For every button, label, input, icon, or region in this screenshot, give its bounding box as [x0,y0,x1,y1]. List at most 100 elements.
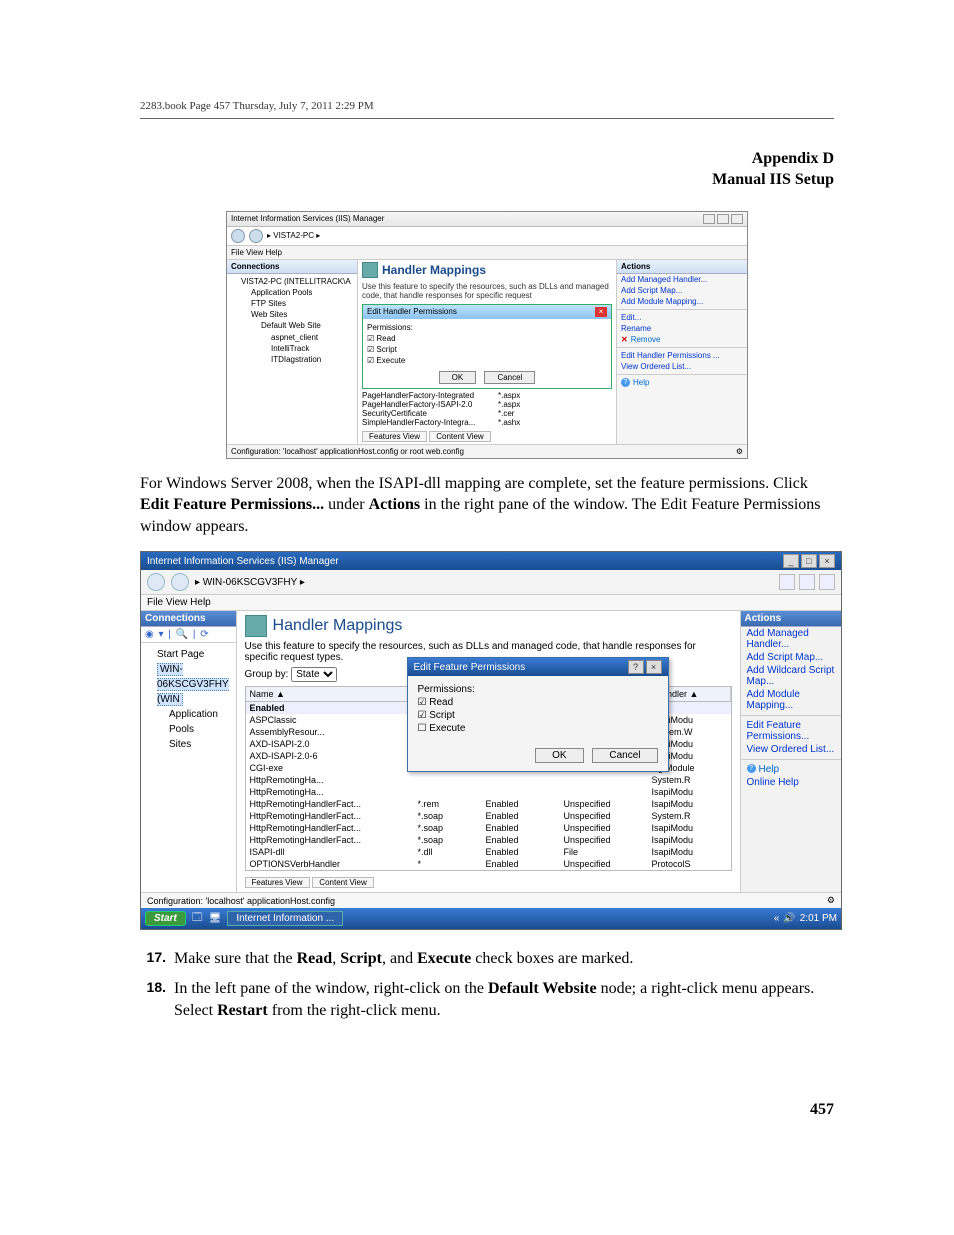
action-add-wildcard-script-map[interactable]: Add Wildcard Script Map... [741,664,841,688]
help-icon[interactable] [819,574,835,590]
read-checkbox[interactable]: ☑ Read [418,697,658,708]
minimize-icon[interactable]: _ [783,554,799,568]
quick-launch-icon[interactable]: 🗔 [192,910,203,927]
grid-row[interactable]: HttpRemotingHandlerFact...*.remEnabledUn… [246,798,731,810]
tree-aspnet-client[interactable]: aspnet_client [271,332,353,343]
cancel-button[interactable]: Cancel [592,748,657,763]
action-view-ordered-list[interactable]: View Ordered List... [617,361,747,372]
action-help[interactable]: ?Help [617,377,747,388]
body-paragraph: For Windows Server 2008, when the ISAPI-… [140,473,834,538]
menu-bar[interactable]: File View Help [227,246,747,260]
tree-ftp-sites[interactable]: FTP Sites [251,298,353,309]
connections-panel: Connections ◉ ▾ | 🔍 | ⟳ Start Page WIN-0… [141,611,237,892]
tree-start-page[interactable]: Start Page [157,647,232,662]
features-view-tab[interactable]: Features View [245,877,310,888]
menu-bar[interactable]: File View Help [141,595,841,611]
tree-server-selected[interactable]: WIN-06KSCGV3FHY (WIN [157,663,229,706]
forward-icon[interactable] [249,229,263,243]
quick-launch-icon[interactable]: 🖥 [209,913,222,924]
tray-icon[interactable]: « [774,913,780,924]
grid-row[interactable]: HttpRemotingHandlerFact...*.soapEnabledU… [246,834,731,846]
connections-panel: Connections VISTA2-PC (INTELLITRACK\A Ap… [227,260,358,444]
handler-row[interactable]: SecurityCertificate*.cer [362,409,612,418]
cancel-button[interactable]: Cancel [484,371,535,384]
content-view-tab[interactable]: Content View [312,877,373,888]
status-icon: ⚙ [736,447,743,456]
tray-icon[interactable]: 🔊 [783,913,795,924]
toolbar-icon[interactable] [779,574,795,590]
group-by-select[interactable]: State [291,667,337,682]
col-name[interactable]: Name ▲ [246,687,415,701]
action-add-script-map[interactable]: Add Script Map... [617,285,747,296]
ok-button[interactable]: OK [439,371,477,384]
grid-row[interactable]: HttpRemotingHandlerFact...*.soapEnabledU… [246,810,731,822]
maximize-icon[interactable] [717,214,729,224]
page-number: 457 [140,1101,834,1119]
back-icon[interactable] [147,573,165,591]
document-page: 2283.book Page 457 Thursday, July 7, 201… [0,0,954,1179]
minimize-icon[interactable] [703,214,715,224]
grid-row[interactable]: HttpRemotingHandlerFact...*.soapEnabledU… [246,822,731,834]
action-online-help[interactable]: Online Help [741,776,841,789]
taskbar-item[interactable]: Internet Information ... [227,911,343,926]
tree-intellitrack[interactable]: IntelliTrack [271,343,353,354]
action-view-ordered-list[interactable]: View Ordered List... [741,743,841,756]
action-help[interactable]: ?Help [741,763,841,776]
action-remove[interactable]: ✕Remove [617,334,747,345]
maximize-icon[interactable]: □ [801,554,817,568]
close-icon[interactable] [731,214,743,224]
script-checkbox[interactable]: ☑ Script [367,345,607,354]
action-add-managed-handler[interactable]: Add Managed Handler... [617,274,747,285]
iis-screenshot-large: Internet Information Services (IIS) Mana… [140,551,842,930]
actions-header: Actions [741,611,841,627]
features-view-tab[interactable]: Features View [362,431,427,442]
dialog-close-icon[interactable]: × [646,660,662,674]
tree-app-pools[interactable]: Application Pools [251,287,353,298]
action-edit-feature-permissions[interactable]: Edit Feature Permissions... [741,719,841,743]
handler-row[interactable]: PageHandlerFactory-Integrated*.aspx [362,391,612,400]
action-add-module-mapping[interactable]: Add Module Mapping... [617,296,747,307]
back-icon[interactable] [231,229,245,243]
tree-itd[interactable]: ITDIagstration [271,354,353,365]
view-tabs: Features View Content View [245,877,732,888]
grid-row[interactable]: OPTIONSVerbHandler*EnabledUnspecifiedPro… [246,858,731,870]
ok-button[interactable]: OK [535,748,583,763]
execute-checkbox[interactable]: ☐ Execute [418,723,658,734]
handler-row[interactable]: SimpleHandlerFactory-Integra...*.ashx [362,418,612,427]
step-18: 18. In the left pane of the window, righ… [140,978,834,1021]
content-view-tab[interactable]: Content View [429,431,490,442]
read-checkbox[interactable]: ☑ Read [367,334,607,343]
tree-web-sites[interactable]: Web Sites [251,309,353,320]
breadcrumb[interactable]: ▸ WIN-06KSCGV3FHY ▸ [195,577,305,588]
tree-app-pools[interactable]: Application Pools [169,707,232,737]
appendix-line2: Manual IIS Setup [140,170,834,191]
handler-row[interactable]: PageHandlerFactory-ISAPI-2.0*.aspx [362,400,612,409]
action-add-managed-handler[interactable]: Add Managed Handler... [741,627,841,651]
dialog-close-icon[interactable]: × [595,307,607,317]
handler-mappings-icon [245,615,267,637]
connections-tree[interactable]: Start Page WIN-06KSCGV3FHY (WIN Applicat… [141,643,236,756]
grid-row[interactable]: HttpRemotingHa...System.R [246,774,731,786]
start-button[interactable]: Start [145,911,186,926]
action-edit-handler-permissions[interactable]: Edit Handler Permissions ... [617,350,747,361]
close-icon[interactable]: × [819,554,835,568]
handler-mappings-desc: Use this feature to specify the resource… [362,282,612,300]
tree-default-site[interactable]: Default Web Site [261,320,353,331]
dialog-help-icon[interactable]: ? [628,660,644,674]
tree-server[interactable]: VISTA2-PC (INTELLITRACK\A [241,276,353,287]
execute-checkbox[interactable]: ☑ Execute [367,356,607,365]
action-edit[interactable]: Edit... [617,312,747,323]
tree-sites[interactable]: Sites [169,737,232,752]
action-add-module-mapping[interactable]: Add Module Mapping... [741,688,841,712]
breadcrumb[interactable]: ▸ VISTA2-PC ▸ [267,231,320,240]
toolbar-icon[interactable] [799,574,815,590]
connections-tree[interactable]: VISTA2-PC (INTELLITRACK\A Application Po… [227,274,357,368]
grid-row[interactable]: ISAPI-dll*.dllEnabledFileIsapiModu [246,846,731,858]
action-rename[interactable]: Rename [617,323,747,334]
step-text: In the left pane of the window, right-cl… [174,978,834,1021]
script-checkbox[interactable]: ☑ Script [418,710,658,721]
connections-toolbar[interactable]: ◉ ▾ | 🔍 | ⟳ [141,627,236,643]
forward-icon[interactable] [171,573,189,591]
grid-row[interactable]: HttpRemotingHa...IsapiModu [246,786,731,798]
action-add-script-map[interactable]: Add Script Map... [741,651,841,664]
